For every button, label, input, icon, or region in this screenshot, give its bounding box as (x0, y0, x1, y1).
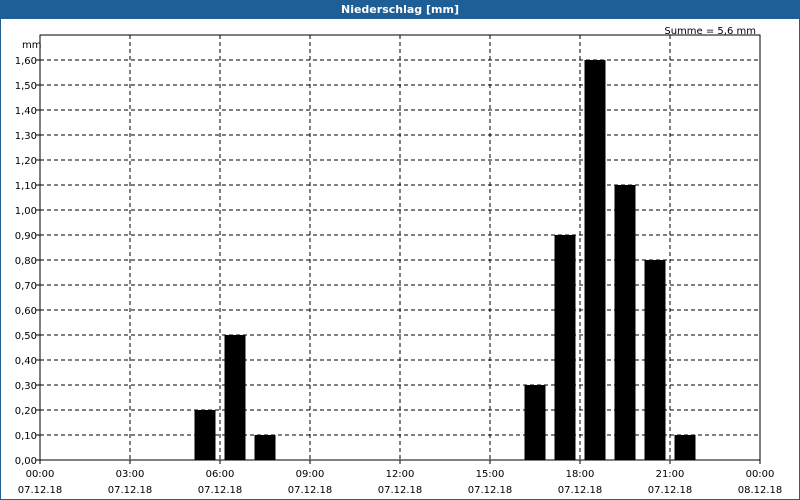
x-tick-date: 07.12.18 (378, 485, 423, 496)
y-tick-labels: 0,00 0,10 0,20 0,30 0,40 0,50 0,60 0,70 0,80 0,90… (15, 56, 37, 467)
y-tick-label: 0,50 (15, 331, 37, 342)
x-tick-time: 03:00 (116, 469, 145, 480)
bar (614, 185, 636, 460)
x-tick-time: 06:00 (206, 469, 235, 480)
x-tick-time: 00:00 (26, 469, 55, 480)
y-tick-label: 1,50 (15, 81, 37, 92)
x-tick-time: 12:00 (386, 469, 415, 480)
y-tick-label: 0,60 (15, 306, 37, 317)
x-tick-time: 15:00 (476, 469, 505, 480)
y-tick-label: 0,80 (15, 256, 37, 267)
x-tick-time: 18:00 (566, 469, 595, 480)
x-tick-date: 07.12.18 (198, 485, 243, 496)
x-tick-time: 00:00 (746, 469, 775, 480)
bar (554, 235, 576, 460)
y-tick-label: 0,10 (15, 431, 37, 442)
y-tick-label: 1,60 (15, 56, 37, 67)
y-tick-label: 0,40 (15, 356, 37, 367)
y-tick-label: 1,20 (15, 156, 37, 167)
bar (194, 410, 216, 460)
bar (524, 385, 546, 460)
bar (254, 435, 276, 460)
x-tick-labels: 00:00 07.12.18 03:00 07.12.18 06:00 07.12.18 0… (18, 469, 783, 496)
y-tick-label: 0,20 (15, 406, 37, 417)
x-tick-time: 21:00 (656, 469, 685, 480)
y-tick-label: 1,40 (15, 106, 37, 117)
precipitation-chart: 0,00 0,10 0,20 0,30 0,40 0,50 0,60 0,70 0,80 0,90… (15, 34, 783, 496)
x-tick-date: 07.12.18 (108, 485, 153, 496)
x-tick-date: 07.12.18 (468, 485, 513, 496)
bar (674, 435, 696, 460)
x-tick-date: 07.12.18 (558, 485, 603, 496)
y-tick-label: 0,70 (15, 281, 37, 292)
x-tick-date: 08.12.18 (738, 485, 783, 496)
x-tick-time: 09:00 (296, 469, 325, 480)
bar (224, 335, 246, 460)
y-tick-label: 0,00 (15, 456, 37, 467)
x-tick-date: 07.12.18 (18, 485, 63, 496)
y-tick-label: 0,30 (15, 381, 37, 392)
y-tick-label: 1,00 (15, 206, 37, 217)
bars (194, 60, 696, 460)
y-tick-label: 0,90 (15, 231, 37, 242)
y-tick-label: 1,30 (15, 131, 37, 142)
y-tick-label: 1,10 (15, 181, 37, 192)
bar (584, 60, 606, 460)
x-tick-date: 07.12.18 (648, 485, 693, 496)
x-tick-date: 07.12.18 (288, 485, 333, 496)
bar (644, 260, 666, 460)
